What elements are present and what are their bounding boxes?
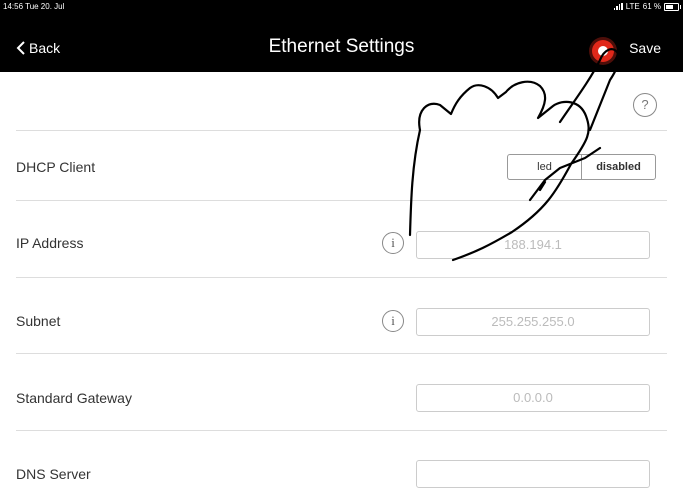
dhcp-client-label: DHCP Client xyxy=(16,159,96,175)
recording-indicator-icon xyxy=(592,40,614,62)
battery-percent: 61 % xyxy=(642,2,661,11)
dns-server-label: DNS Server xyxy=(16,466,91,482)
save-button[interactable]: Save xyxy=(629,40,661,56)
divider xyxy=(16,353,667,354)
battery-icon xyxy=(664,2,681,11)
status-time-date: 14:56 Tue 20. Jul xyxy=(3,2,65,11)
dhcp-toggle[interactable]: led disabled xyxy=(507,154,656,180)
divider xyxy=(16,277,667,278)
gateway-field[interactable]: 0.0.0.0 xyxy=(416,384,650,412)
info-icon[interactable]: i xyxy=(382,310,404,332)
dhcp-option-disabled[interactable]: disabled xyxy=(581,155,655,179)
divider xyxy=(16,430,667,431)
subnet-label: Subnet xyxy=(16,313,61,329)
subnet-field[interactable]: 255.255.255.0 xyxy=(416,308,650,336)
status-indicators: LTE 61 % xyxy=(613,2,681,11)
divider xyxy=(16,200,667,201)
network-label: LTE xyxy=(625,2,640,11)
standard-gateway-label: Standard Gateway xyxy=(16,390,132,406)
status-bar: 14:56 Tue 20. Jul LTE 61 % xyxy=(0,0,683,14)
dhcp-option-enabled[interactable]: led xyxy=(508,155,581,179)
info-icon[interactable]: i xyxy=(382,232,404,254)
navigation-bar: Back Ethernet Settings Save xyxy=(0,14,683,72)
ip-address-field[interactable]: 188.194.1 xyxy=(416,231,650,259)
ip-address-label: IP Address xyxy=(16,235,84,251)
page-title: Ethernet Settings xyxy=(268,36,415,57)
divider xyxy=(16,130,667,131)
help-icon[interactable]: ? xyxy=(633,93,657,117)
signal-icon xyxy=(613,3,623,10)
